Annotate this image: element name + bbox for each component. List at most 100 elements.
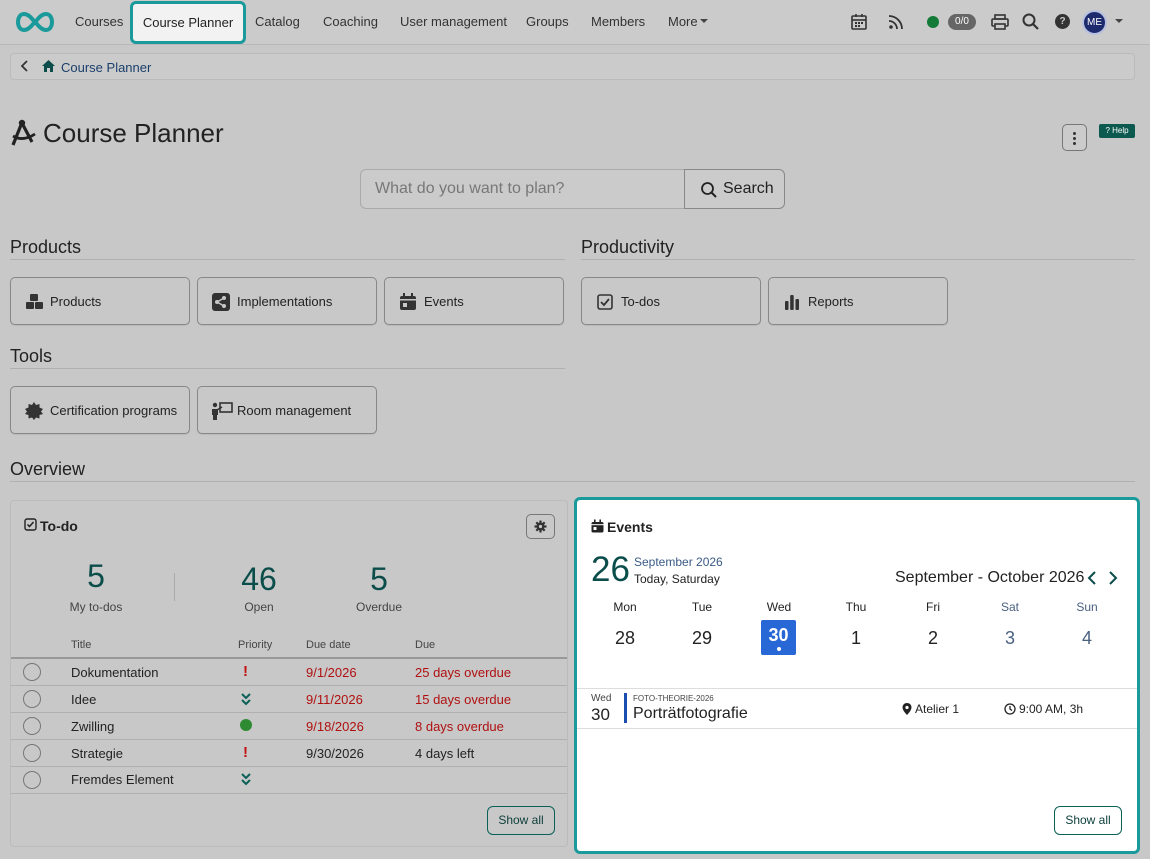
calendar-day[interactable]: 3 xyxy=(985,628,1035,649)
infinity-logo-icon[interactable] xyxy=(12,10,58,34)
nav-item-course-planner[interactable]: Course Planner xyxy=(130,1,246,44)
gear-icon xyxy=(534,520,547,533)
todo-title[interactable]: Fremdes Element xyxy=(71,772,174,787)
location-pin-icon xyxy=(902,703,912,715)
event-location: Atelier 1 xyxy=(915,702,960,716)
tile-certification-programs[interactable]: Certification programs xyxy=(10,386,190,434)
complete-todo-checkbox[interactable] xyxy=(23,690,41,708)
checkbox-icon xyxy=(597,294,613,310)
cubes-icon xyxy=(26,294,43,309)
more-options-button[interactable] xyxy=(1062,124,1087,151)
stat-my-todos-value[interactable]: 5 xyxy=(36,558,156,595)
calendar-day[interactable]: 1 xyxy=(831,628,881,649)
divider xyxy=(10,259,565,260)
todo-show-all-button[interactable]: Show all xyxy=(487,806,555,835)
nav-item-groups[interactable]: Groups xyxy=(526,0,569,44)
print-icon[interactable] xyxy=(990,12,1010,32)
tile-todos[interactable]: To-dos xyxy=(581,277,761,325)
nav-item-courses[interactable]: Courses xyxy=(75,0,123,44)
tile-label: To-dos xyxy=(621,294,661,309)
complete-todo-checkbox[interactable] xyxy=(23,744,41,762)
top-navigation: Courses Course Planner Catalog Coaching … xyxy=(0,0,1150,45)
calendar-icon[interactable] xyxy=(849,12,869,32)
chevron-down-icon[interactable] xyxy=(1115,19,1123,23)
help-button[interactable]: ? Help xyxy=(1099,124,1135,138)
nav-item-more[interactable]: More xyxy=(668,0,698,44)
search-icon xyxy=(701,182,717,198)
dot-icon xyxy=(1073,132,1076,135)
calendar-day-selected[interactable]: 30 xyxy=(761,620,796,655)
tile-label: Implementations xyxy=(237,294,333,309)
event-day: 30 xyxy=(591,705,610,724)
calendar-day[interactable]: 29 xyxy=(677,628,727,649)
tile-products[interactable]: Products xyxy=(10,277,190,325)
divider xyxy=(581,259,1135,260)
event-title[interactable]: Porträtfotografie xyxy=(633,705,748,723)
stat-overdue-value[interactable]: 5 xyxy=(319,561,439,598)
today-label: Today, Saturday xyxy=(634,572,720,586)
row-divider xyxy=(11,712,567,713)
weekday-label: Tue xyxy=(691,600,713,614)
avatar[interactable]: ME xyxy=(1082,10,1107,35)
tile-room-management[interactable]: Room management xyxy=(197,386,377,434)
column-header-priority[interactable]: Priority xyxy=(238,639,272,651)
nav-item-members[interactable]: Members xyxy=(591,0,645,44)
search-icon[interactable] xyxy=(1021,12,1041,32)
stat-open-value[interactable]: 46 xyxy=(199,561,319,598)
tile-implementations[interactable]: Implementations xyxy=(197,277,377,325)
share-nodes-icon xyxy=(212,293,230,311)
todo-widget-title: To-do xyxy=(40,518,78,534)
priority-medium-icon xyxy=(240,719,252,731)
event-color-bar xyxy=(624,693,627,723)
search-button-label: Search xyxy=(723,180,774,197)
section-title-tools: Tools xyxy=(10,346,53,366)
chevron-right-icon[interactable] xyxy=(1108,571,1118,585)
todo-title[interactable]: Strategie xyxy=(71,746,123,761)
tile-label: Reports xyxy=(808,294,854,309)
bar-chart-icon xyxy=(785,295,799,310)
page-title: Course Planner xyxy=(43,118,224,148)
column-header-title[interactable]: Title xyxy=(71,639,91,651)
search-input[interactable] xyxy=(360,169,685,209)
help-icon[interactable]: ? xyxy=(1055,14,1070,29)
home-icon[interactable] xyxy=(41,59,56,73)
column-header-due-date[interactable]: Due date xyxy=(306,639,351,651)
breadcrumb-item-course-planner[interactable]: Course Planner xyxy=(61,60,151,75)
chevron-left-icon[interactable] xyxy=(19,59,29,73)
calendar-day[interactable]: 2 xyxy=(908,628,958,649)
online-status-icon[interactable] xyxy=(927,16,939,28)
event-code: FOTO-THEORIE-2026 xyxy=(633,694,714,703)
weekday-label: Wed xyxy=(766,600,792,614)
section-title-overview: Overview xyxy=(10,459,86,479)
complete-todo-checkbox[interactable] xyxy=(23,717,41,735)
todo-title[interactable]: Zwilling xyxy=(71,719,114,734)
settings-button[interactable] xyxy=(526,514,555,539)
rss-icon[interactable] xyxy=(886,12,906,32)
calendar-day[interactable]: 28 xyxy=(600,628,650,649)
nav-item-coaching[interactable]: Coaching xyxy=(323,0,378,44)
row-divider xyxy=(11,685,567,686)
section-title-products: Products xyxy=(10,237,82,257)
table-header-divider xyxy=(11,657,567,659)
complete-todo-checkbox[interactable] xyxy=(23,663,41,681)
todo-title[interactable]: Idee xyxy=(71,692,96,707)
calendar-day[interactable]: 4 xyxy=(1062,628,1112,649)
nav-item-catalog[interactable]: Catalog xyxy=(255,0,300,44)
calendar-event-icon xyxy=(400,293,416,310)
todo-due-date: 9/1/2026 xyxy=(306,665,357,680)
chevron-left-icon[interactable] xyxy=(1087,571,1097,585)
chat-badge[interactable]: 0/0 xyxy=(948,14,976,30)
dot-icon xyxy=(1073,142,1076,145)
search-button[interactable]: Search xyxy=(684,169,785,209)
nav-item-user-management[interactable]: User management xyxy=(400,0,507,44)
todo-title[interactable]: Dokumentation xyxy=(71,665,158,680)
tile-events[interactable]: Events xyxy=(384,277,564,325)
tile-reports[interactable]: Reports xyxy=(768,277,948,325)
todo-due-status: 4 days left xyxy=(415,746,475,761)
divider xyxy=(577,728,1137,729)
row-divider xyxy=(11,766,567,767)
divider xyxy=(10,481,1135,482)
events-show-all-button[interactable]: Show all xyxy=(1054,806,1122,835)
column-header-due[interactable]: Due xyxy=(415,639,435,651)
complete-todo-checkbox[interactable] xyxy=(23,771,41,789)
